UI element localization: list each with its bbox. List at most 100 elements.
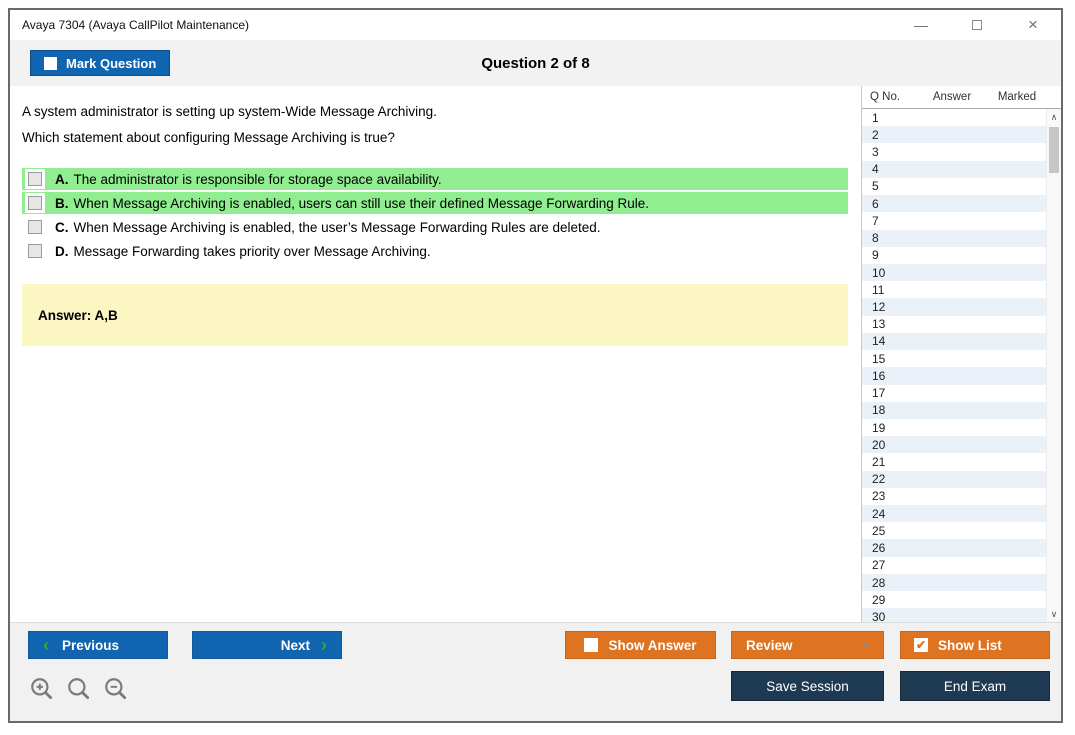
row-q-number: 24 — [872, 506, 886, 521]
option-b-checkbox[interactable] — [28, 196, 42, 210]
row-q-number: 1 — [872, 110, 879, 125]
question-list-row[interactable]: 15 — [862, 350, 1046, 367]
scroll-down-icon: ∨ — [1050, 609, 1058, 619]
question-list-row[interactable]: 16 — [862, 367, 1046, 385]
options-list: A. The administrator is responsible for … — [22, 168, 848, 262]
question-list-row[interactable]: 22 — [862, 470, 1046, 488]
question-list-row[interactable]: 21 — [862, 453, 1046, 470]
header-answer: Answer — [932, 91, 972, 103]
option-d-letter: D. — [55, 243, 69, 259]
question-list-row[interactable]: 18 — [862, 401, 1046, 419]
show-answer-label: Show Answer — [608, 637, 697, 653]
option-b-text: When Message Archiving is enabled, users… — [73, 195, 650, 211]
review-label: Review — [746, 637, 793, 653]
row-q-number: 20 — [872, 437, 886, 452]
question-list-row[interactable]: 1 — [862, 109, 1046, 126]
question-list-row[interactable]: 8 — [862, 229, 1046, 247]
option-a-checkbox[interactable] — [28, 172, 42, 186]
window-title: Avaya 7304 (Avaya CallPilot Maintenance) — [22, 18, 250, 32]
row-q-number: 26 — [872, 541, 886, 556]
row-q-number: 10 — [872, 265, 886, 280]
question-list-row[interactable]: 9 — [862, 247, 1046, 264]
question-list-row[interactable]: 29 — [862, 591, 1046, 608]
question-list-row[interactable]: 25 — [862, 522, 1046, 539]
row-q-number: 15 — [872, 351, 886, 366]
question-list-row[interactable]: 4 — [862, 160, 1046, 178]
row-q-number: 5 — [872, 179, 879, 194]
question-list-row[interactable]: 3 — [862, 143, 1046, 160]
row-q-number: 8 — [872, 231, 879, 246]
app-window: Avaya 7304 (Avaya CallPilot Maintenance)… — [8, 8, 1063, 723]
question-list-rows: 1 2 3 4 5 6 7 8 9 10 11 12 13 14 15 16 1… — [862, 109, 1046, 622]
question-list-row[interactable]: 30 — [862, 608, 1046, 622]
option-d[interactable]: D. Message Forwarding takes priority ove… — [22, 240, 848, 262]
zoom-in-button[interactable] — [28, 675, 56, 703]
previous-button[interactable]: ‹ Previous — [28, 631, 168, 659]
mark-question-checkbox[interactable] — [44, 56, 57, 70]
row-q-number: 22 — [872, 472, 886, 487]
option-c[interactable]: C. When Message Archiving is enabled, th… — [22, 216, 848, 238]
question-list-row[interactable]: 14 — [862, 332, 1046, 351]
row-q-number: 6 — [872, 196, 879, 211]
question-list-row[interactable]: 5 — [862, 178, 1046, 195]
mark-question-button[interactable]: Mark Question — [30, 50, 171, 76]
row-q-number: 27 — [872, 558, 886, 573]
scrollbar-down-button[interactable]: ∨ — [1047, 606, 1061, 622]
minimize-button[interactable]: — — [893, 10, 949, 40]
question-list-row[interactable]: 10 — [862, 263, 1046, 282]
option-c-checkbox[interactable] — [28, 220, 42, 234]
answer-box: Answer: A,B — [22, 284, 848, 346]
maximize-icon — [972, 20, 982, 30]
save-session-button[interactable]: Save Session — [731, 671, 884, 701]
scrollbar-thumb[interactable] — [1049, 127, 1059, 173]
question-list-row[interactable]: 28 — [862, 573, 1046, 592]
question-list-row[interactable]: 19 — [862, 419, 1046, 436]
question-list-row[interactable]: 7 — [862, 212, 1046, 229]
previous-label: Previous — [62, 637, 120, 653]
show-answer-checkbox[interactable] — [584, 638, 599, 652]
option-a[interactable]: A. The administrator is responsible for … — [22, 168, 848, 190]
row-q-number: 19 — [872, 420, 886, 435]
question-list-row[interactable]: 2 — [862, 126, 1046, 144]
option-a-text: The administrator is responsible for sto… — [73, 171, 442, 187]
zoom-controls — [28, 675, 130, 703]
option-a-letter: A. — [55, 171, 69, 187]
row-q-number: 3 — [872, 145, 879, 160]
question-panel: A system administrator is setting up sys… — [10, 86, 861, 622]
scrollbar-up-button[interactable]: ∧ — [1047, 109, 1061, 125]
zoom-reset-button[interactable] — [65, 675, 93, 703]
question-list-row[interactable]: 26 — [862, 539, 1046, 557]
option-b[interactable]: B. When Message Archiving is enabled, us… — [22, 192, 848, 214]
question-list-row[interactable]: 13 — [862, 316, 1046, 333]
question-list-row[interactable]: 11 — [862, 281, 1046, 298]
chevron-left-icon: ‹ — [43, 635, 49, 655]
maximize-button[interactable] — [949, 10, 1005, 40]
question-list-row[interactable]: 12 — [862, 298, 1046, 316]
question-list-header: Q No. Answer Marked — [862, 86, 1061, 109]
window-controls: — × — [893, 10, 1061, 40]
question-list-row[interactable]: 23 — [862, 488, 1046, 505]
show-answer-button[interactable]: Show Answer — [565, 631, 716, 659]
review-button[interactable]: Review ▲ — [731, 631, 884, 659]
question-list-body: 1 2 3 4 5 6 7 8 9 10 11 12 13 14 15 16 1… — [862, 109, 1061, 622]
next-button[interactable]: Next › — [192, 631, 342, 659]
zoom-out-icon — [105, 678, 127, 700]
end-exam-button[interactable]: End Exam — [900, 671, 1050, 701]
row-q-number: 17 — [872, 386, 886, 401]
close-button[interactable]: × — [1005, 10, 1061, 40]
question-list-row[interactable]: 20 — [862, 436, 1046, 454]
question-list-row[interactable]: 27 — [862, 557, 1046, 574]
row-q-number: 23 — [872, 489, 886, 504]
show-list-button[interactable]: ✔ Show List — [900, 631, 1050, 659]
question-list-scrollbar[interactable]: ∧ ∨ — [1046, 109, 1061, 622]
row-q-number: 4 — [872, 162, 879, 177]
question-list-row[interactable]: 17 — [862, 385, 1046, 402]
show-list-checkbox[interactable]: ✔ — [914, 638, 928, 652]
question-list-row[interactable]: 6 — [862, 195, 1046, 213]
next-label: Next — [280, 637, 310, 653]
question-list-row[interactable]: 24 — [862, 505, 1046, 523]
zoom-out-button[interactable] — [102, 675, 130, 703]
question-text-line2: Which statement about configuring Messag… — [22, 130, 395, 145]
option-d-checkbox[interactable] — [28, 244, 42, 258]
row-q-number: 9 — [872, 248, 879, 263]
